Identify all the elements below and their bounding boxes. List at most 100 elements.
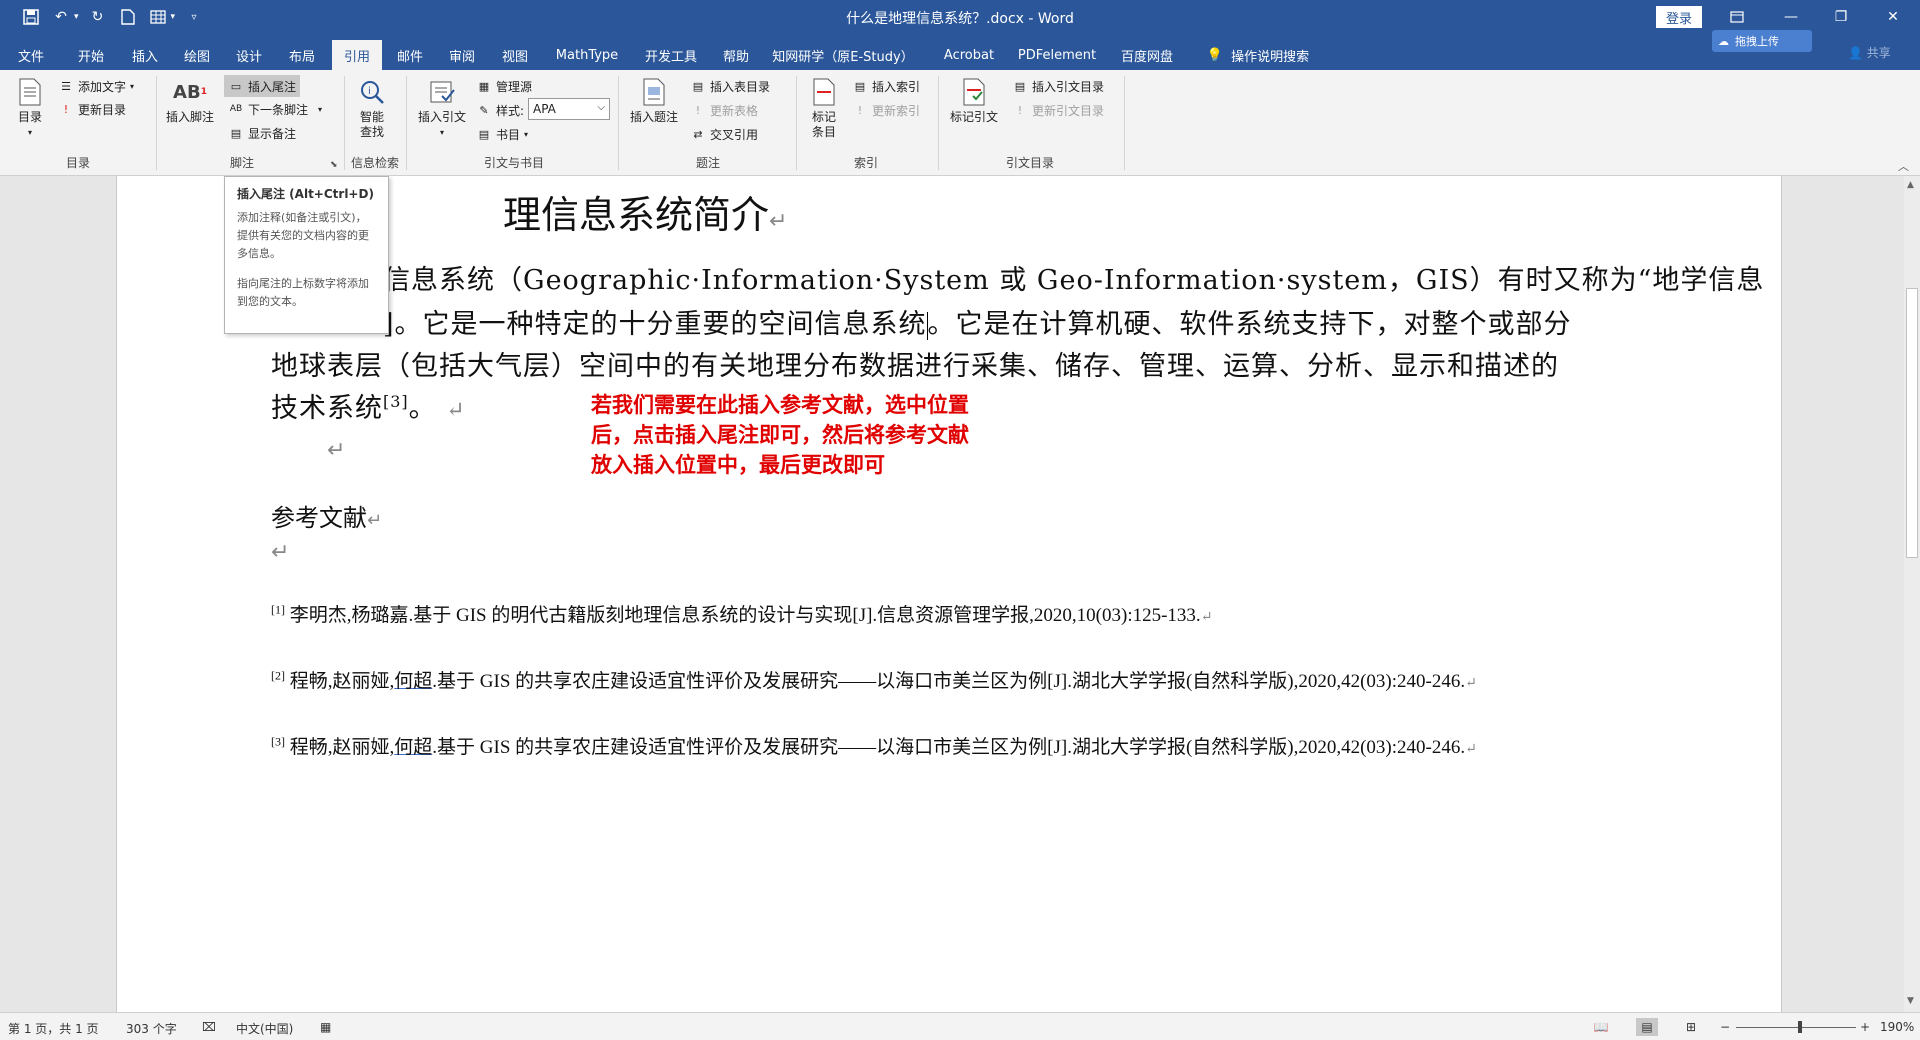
tab-insert[interactable]: 插入 (120, 40, 170, 70)
ribbon-display-options-icon[interactable] (1714, 0, 1760, 34)
smart-lookup-button[interactable]: i 智能 查找 (356, 76, 388, 140)
tell-me-search[interactable]: 💡 操作说明搜索 (1196, 40, 1320, 70)
zoom-level[interactable]: 190% (1880, 1020, 1914, 1034)
restore-icon[interactable]: ❐ (1818, 0, 1864, 34)
tab-pdfelement[interactable]: PDFelement (1012, 40, 1102, 70)
style-label-button: ✎ 样式: (476, 99, 524, 121)
reference-number: [3] (271, 734, 285, 749)
body-line-1: 信息系统（Geographic·Information·System 或 Geo… (383, 265, 1765, 296)
body-line-4: 技术系统[3]。 ↵ (271, 386, 466, 425)
annotation-line-3: 放入插入位置中，最后更改即可 (591, 453, 885, 477)
citation-style-select[interactable]: APA ⌵ (528, 98, 610, 120)
zoom-slider-thumb[interactable] (1798, 1021, 1802, 1033)
mark-entry-button[interactable]: 标记 条目 (808, 76, 840, 140)
tab-layout[interactable]: 布局 (277, 40, 327, 70)
scroll-down-icon[interactable]: ▼ (1907, 996, 1914, 1006)
tab-baidu-netdisk[interactable]: 百度网盘 (1112, 40, 1182, 70)
tab-developer[interactable]: 开发工具 (636, 40, 706, 70)
scrollbar-thumb[interactable] (1906, 288, 1918, 558)
footnote-dialog-launcher-icon[interactable]: ⬊ (330, 160, 338, 170)
ribbon: 目录 ▾ ☰ 添加文字 ▾ ! 更新目录 目录 AB 1 插入脚注 ▭ 插入尾注 … (0, 70, 1920, 176)
paragraph-mark: ↵ (327, 438, 346, 463)
toc-button[interactable]: 目录 ▾ (14, 76, 46, 140)
insert-table-of-figures-button[interactable]: ▤ 插入表目录 (690, 75, 770, 97)
toc-icon (14, 76, 46, 108)
tab-acrobat[interactable]: Acrobat (936, 40, 1002, 70)
tab-view[interactable]: 视图 (490, 40, 540, 70)
baidu-upload-badge[interactable]: ☁ 拖拽上传 (1712, 30, 1812, 52)
chevron-down-icon: ▾ (440, 128, 445, 137)
manage-sources-button[interactable]: ▦ 管理源 (476, 75, 532, 97)
scroll-up-icon[interactable]: ▲ (1907, 180, 1914, 190)
next-footnote-button[interactable]: AB 下一条脚注 ▾ (228, 98, 322, 120)
body-line-4-end: 。 (408, 393, 437, 424)
minimize-icon[interactable]: — (1768, 0, 1814, 34)
cloud-icon: ☁ (1718, 34, 1729, 48)
page-count[interactable]: 第 1 页，共 1 页 (8, 1020, 99, 1037)
tab-references[interactable]: 引用 (332, 40, 382, 70)
word-count[interactable]: 303 个字 (126, 1020, 177, 1037)
group-label-footnotes: 脚注 (229, 156, 254, 170)
reference-text: 程畅,赵丽娅, (289, 671, 395, 692)
vertical-scrollbar[interactable]: ▲ ▼ (1904, 176, 1920, 1012)
insert-footnote-button[interactable]: AB 1 插入脚注 (166, 76, 214, 125)
tab-home[interactable]: 开始 (66, 40, 116, 70)
title-bar: ↶ ▾ ↻ ▾ ▿ 什么是地理信息系统？.docx - Word 登录 — ❐ … (0, 0, 1920, 34)
zoom-out-icon[interactable]: − (1720, 1020, 1730, 1034)
close-icon[interactable]: ✕ (1870, 0, 1916, 34)
group-divider (1124, 76, 1125, 170)
web-layout-icon[interactable]: ⊞ (1680, 1018, 1702, 1036)
cross-reference-button[interactable]: ⇄ 交叉引用 (690, 123, 758, 145)
insert-index-button[interactable]: ▤ 插入索引 (852, 75, 920, 97)
tab-file[interactable]: 文件 (8, 40, 54, 70)
update-toc-button[interactable]: ! 更新目录 (58, 98, 126, 120)
person-icon: 👤 (1848, 46, 1863, 60)
style-label: 样式: (496, 103, 525, 118)
insert-tof-label: 插入表目录 (710, 79, 771, 94)
mark-entry-label-1: 标记 (811, 110, 836, 124)
update-index-button[interactable]: ! 更新索引 (852, 99, 920, 121)
manage-sources-icon: ▦ (478, 79, 490, 93)
macro-record-icon[interactable]: ▦ (320, 1020, 331, 1034)
document-heading-text: 理信息系统简介 (503, 193, 770, 237)
insert-caption-button[interactable]: 插入题注 (630, 76, 678, 125)
annotation-line-1: 若我们需要在此插入参考文献，选中位置 (591, 393, 969, 417)
insert-toa-button[interactable]: ▤ 插入引文目录 (1012, 75, 1104, 97)
group-label-toc: 目录 (65, 156, 90, 170)
print-layout-icon[interactable]: ▤ (1636, 1018, 1658, 1036)
share-button[interactable]: 👤 共享 (1848, 44, 1891, 61)
proofing-icon[interactable]: ⌧ (202, 1020, 216, 1034)
tab-draw[interactable]: 绘图 (172, 40, 222, 70)
read-mode-icon[interactable]: 📖 (1590, 1018, 1612, 1036)
body-line-4-text: 技术系统 (271, 393, 383, 424)
tab-help[interactable]: 帮助 (714, 40, 758, 70)
login-button[interactable]: 登录 (1656, 6, 1702, 28)
insert-endnote-button[interactable]: ▭ 插入尾注 (224, 75, 301, 97)
reference-underlined-author: 何超 (394, 671, 433, 692)
tab-mailings[interactable]: 邮件 (385, 40, 435, 70)
insert-index-label: 插入索引 (872, 79, 921, 94)
citation-superscript: [3] (383, 392, 409, 411)
update-table-button[interactable]: ! 更新表格 (690, 99, 758, 121)
reference-number: [2] (271, 668, 285, 683)
tab-design[interactable]: 设计 (224, 40, 274, 70)
tab-review[interactable]: 审阅 (437, 40, 487, 70)
add-text-button[interactable]: ☰ 添加文字 ▾ (58, 75, 134, 97)
tab-cnki-estudy[interactable]: 知网研学（原E-Study） (770, 40, 916, 70)
zoom-in-icon[interactable]: + (1860, 1020, 1870, 1034)
insert-citation-button[interactable]: 插入引文 ▾ (418, 76, 466, 140)
reference-text-rest: .基于 GIS 的共享农庄建设适宜性评价及发展研究——以海口市美兰区为例[J].… (432, 671, 1466, 692)
next-footnote-label: 下一条脚注 (248, 102, 309, 117)
bibliography-button[interactable]: ▤ 书目 ▾ (476, 123, 528, 145)
chevron-down-icon: ▾ (130, 81, 135, 91)
collapse-ribbon-icon[interactable]: ︿ (1898, 158, 1909, 174)
chevron-down-icon: ⌵ (597, 102, 605, 113)
language-indicator[interactable]: 中文(中国) (236, 1020, 293, 1037)
update-toa-button[interactable]: ! 更新引文目录 (1012, 99, 1104, 121)
zoom-slider[interactable] (1736, 1027, 1856, 1028)
toc-dropdown-icon: ▾ (27, 128, 32, 137)
show-notes-button[interactable]: ▤ 显示备注 (228, 122, 296, 144)
mark-citation-button[interactable]: 标记引文 (950, 76, 998, 125)
tab-mathtype[interactable]: MathType (548, 40, 626, 70)
document-area: 理信息系统简介 ↵ 信息系统（Geographic·Information·Sys… (0, 176, 1904, 1012)
